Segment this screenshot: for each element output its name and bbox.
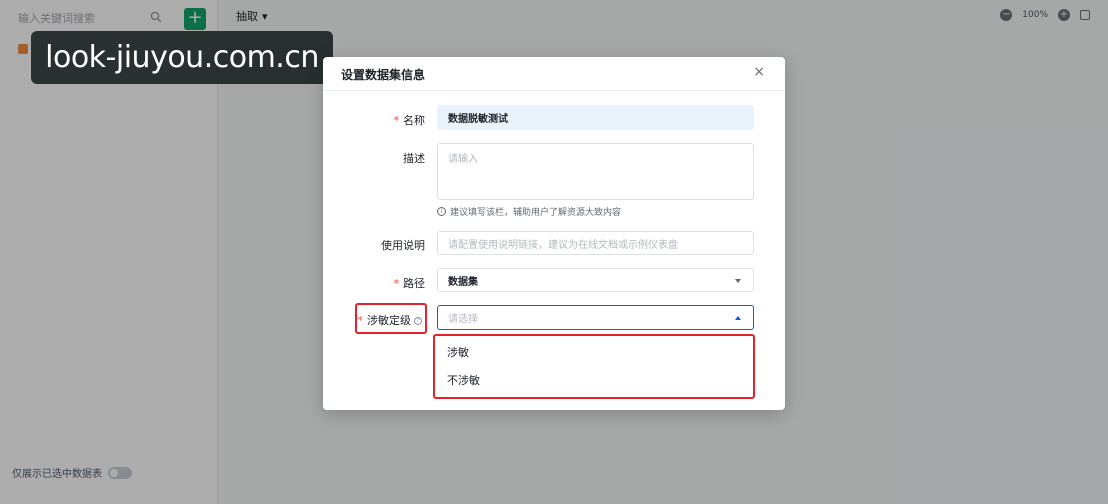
desc-textarea[interactable]: 请输入 — [437, 143, 754, 200]
watermark: look-jiuyou.com.cn — [31, 31, 333, 84]
help-icon[interactable]: ? — [414, 317, 422, 325]
desc-label-text: 描述 — [403, 152, 425, 165]
name-input[interactable]: 数据脱敏测试 — [437, 105, 754, 130]
info-icon: i — [437, 207, 446, 216]
path-label: * 路径 — [394, 275, 426, 291]
required-mark: * — [393, 277, 400, 290]
dialog-title: 设置数据集信息 — [341, 68, 426, 82]
desc-hint: i 建议填写该栏，辅助用户了解资源大致内容 — [437, 205, 621, 218]
desc-label: 描述 — [403, 150, 425, 166]
usage-placeholder: 请配置使用说明链接，建议为在线文档或示例仪表盘 — [448, 239, 678, 251]
chevron-down-icon — [735, 279, 741, 283]
name-value: 数据脱敏测试 — [448, 114, 508, 125]
close-icon[interactable]: × — [753, 64, 765, 80]
desc-placeholder: 请输入 — [448, 154, 478, 165]
usage-input[interactable]: 请配置使用说明链接，建议为在线文档或示例仪表盘 — [437, 231, 754, 255]
level-label-text: 涉敏定级 — [367, 314, 411, 327]
path-select[interactable]: 数据集 — [437, 268, 754, 292]
name-label: * 名称 — [394, 112, 426, 128]
path-label-text: 路径 — [403, 277, 425, 290]
usage-label-text: 使用说明 — [381, 239, 425, 252]
level-placeholder: 请选择 — [448, 314, 478, 325]
desc-hint-text: 建议填写该栏，辅助用户了解资源大致内容 — [450, 208, 622, 218]
dataset-info-dialog: 设置数据集信息 × * 名称 数据脱敏测试 描述 请输入 i 建议填写该栏，辅助用… — [323, 57, 785, 410]
required-mark: * — [357, 314, 364, 327]
usage-label: 使用说明 — [381, 237, 425, 253]
path-value: 数据集 — [448, 276, 478, 288]
chevron-up-icon — [735, 316, 741, 320]
dialog-divider — [323, 90, 785, 91]
dropdown-highlight — [433, 334, 755, 399]
required-mark: * — [393, 114, 400, 127]
level-select[interactable]: 请选择 — [437, 305, 754, 330]
name-label-text: 名称 — [403, 114, 425, 127]
level-label: * 涉敏定级? — [357, 312, 422, 328]
